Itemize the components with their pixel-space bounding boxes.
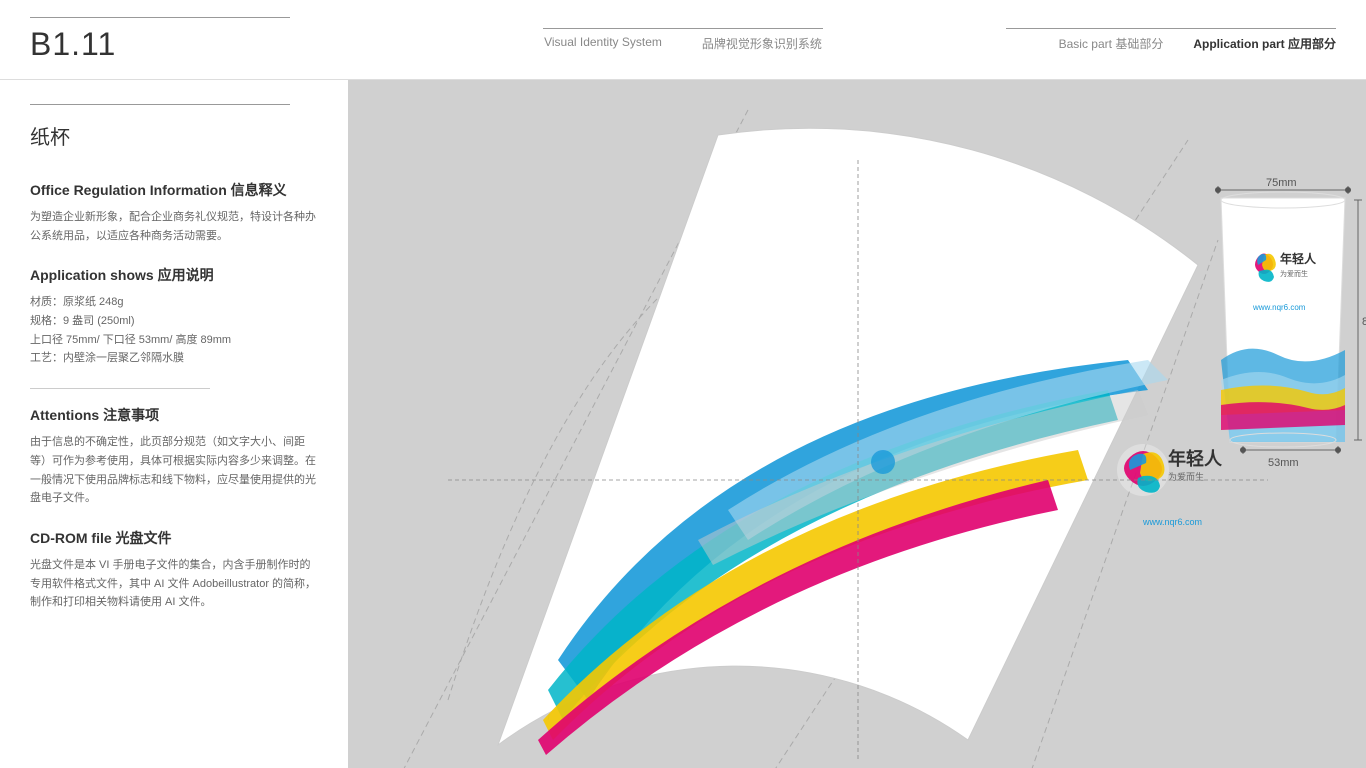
basic-part-label: Basic part 基础部分 xyxy=(1059,35,1164,52)
header-center: Visual Identity System 品牌视觉形象识别系统 xyxy=(543,28,823,52)
header-right-labels: Basic part 基础部分 Application part 应用部分 xyxy=(1059,35,1336,52)
office-reg-body: 为塑造企业新形象，配合企业商务礼仪规范，特设计各种办公系统用品，以适应各种商务活… xyxy=(30,208,318,245)
app-item-2: 规格：9 盎司 (250ml) xyxy=(30,312,318,331)
attentions-body: 由于信息的不确定性，此页部分规范（如文字大小、间距等）可作为参考使用，具体可根据… xyxy=(30,433,318,508)
header-top-line xyxy=(543,28,823,29)
sidebar-top-line xyxy=(30,104,290,105)
sidebar: 纸杯 Office Regulation Information 信息释义 为塑… xyxy=(0,80,348,768)
app-item-4: 工艺：内壁涂一层聚乙邻隔水膜 xyxy=(30,349,318,368)
app-item-3: 上口径 75mm/ 下口径 53mm/ 高度 89mm xyxy=(30,331,318,350)
main-layout: 纸杯 Office Regulation Information 信息释义 为塑… xyxy=(0,80,1366,768)
page-id-wrapper: B1.11 xyxy=(30,17,290,63)
svg-text:www.nqr6.com: www.nqr6.com xyxy=(1142,517,1202,527)
header: B1.11 Visual Identity System 品牌视觉形象识别系统 … xyxy=(0,0,1366,80)
section-title: 纸杯 xyxy=(30,121,318,150)
attentions-heading: Attentions 注意事项 xyxy=(30,405,318,425)
vi-label: Visual Identity System xyxy=(544,35,662,52)
content-area: 年轻人 为爱而生 www.nqr6.com 75mm 53mm xyxy=(348,80,1366,768)
app-shows-body: 材质：原浆纸 248g 规格：9 盎司 (250ml) 上口径 75mm/ 下口… xyxy=(30,293,318,368)
page-id: B1.11 xyxy=(30,26,116,62)
app-part-label: Application part 应用部分 xyxy=(1193,35,1336,52)
cdrom-body: 光盘文件是本 VI 手册电子文件的集合，内含手册制作时的专用软件格式文件，其中 … xyxy=(30,556,318,612)
divider xyxy=(30,388,210,389)
app-item-1: 材质：原浆纸 248g xyxy=(30,293,318,312)
cn-label: 品牌视觉形象识别系统 xyxy=(702,35,822,52)
svg-text:为爱而生: 为爱而生 xyxy=(1280,269,1308,278)
svg-text:75mm: 75mm xyxy=(1266,177,1297,189)
diagram-svg: 年轻人 为爱而生 www.nqr6.com 75mm 53mm xyxy=(348,80,1366,768)
svg-text:www.nqr6.com: www.nqr6.com xyxy=(1252,303,1306,312)
header-titles: Visual Identity System 品牌视觉形象识别系统 xyxy=(544,35,822,52)
cdrom-heading: CD-ROM file 光盘文件 xyxy=(30,528,318,548)
svg-text:年轻人: 年轻人 xyxy=(1168,448,1223,469)
header-right-content: Basic part 基础部分 Application part 应用部分 xyxy=(1006,28,1336,52)
svg-text:89mm: 89mm xyxy=(1362,316,1366,328)
office-reg-heading: Office Regulation Information 信息释义 xyxy=(30,180,318,200)
header-right: Basic part 基础部分 Application part 应用部分 xyxy=(1006,28,1336,52)
svg-text:53mm: 53mm xyxy=(1268,457,1299,469)
svg-text:年轻人: 年轻人 xyxy=(1280,251,1317,266)
app-shows-heading: Application shows 应用说明 xyxy=(30,265,318,285)
